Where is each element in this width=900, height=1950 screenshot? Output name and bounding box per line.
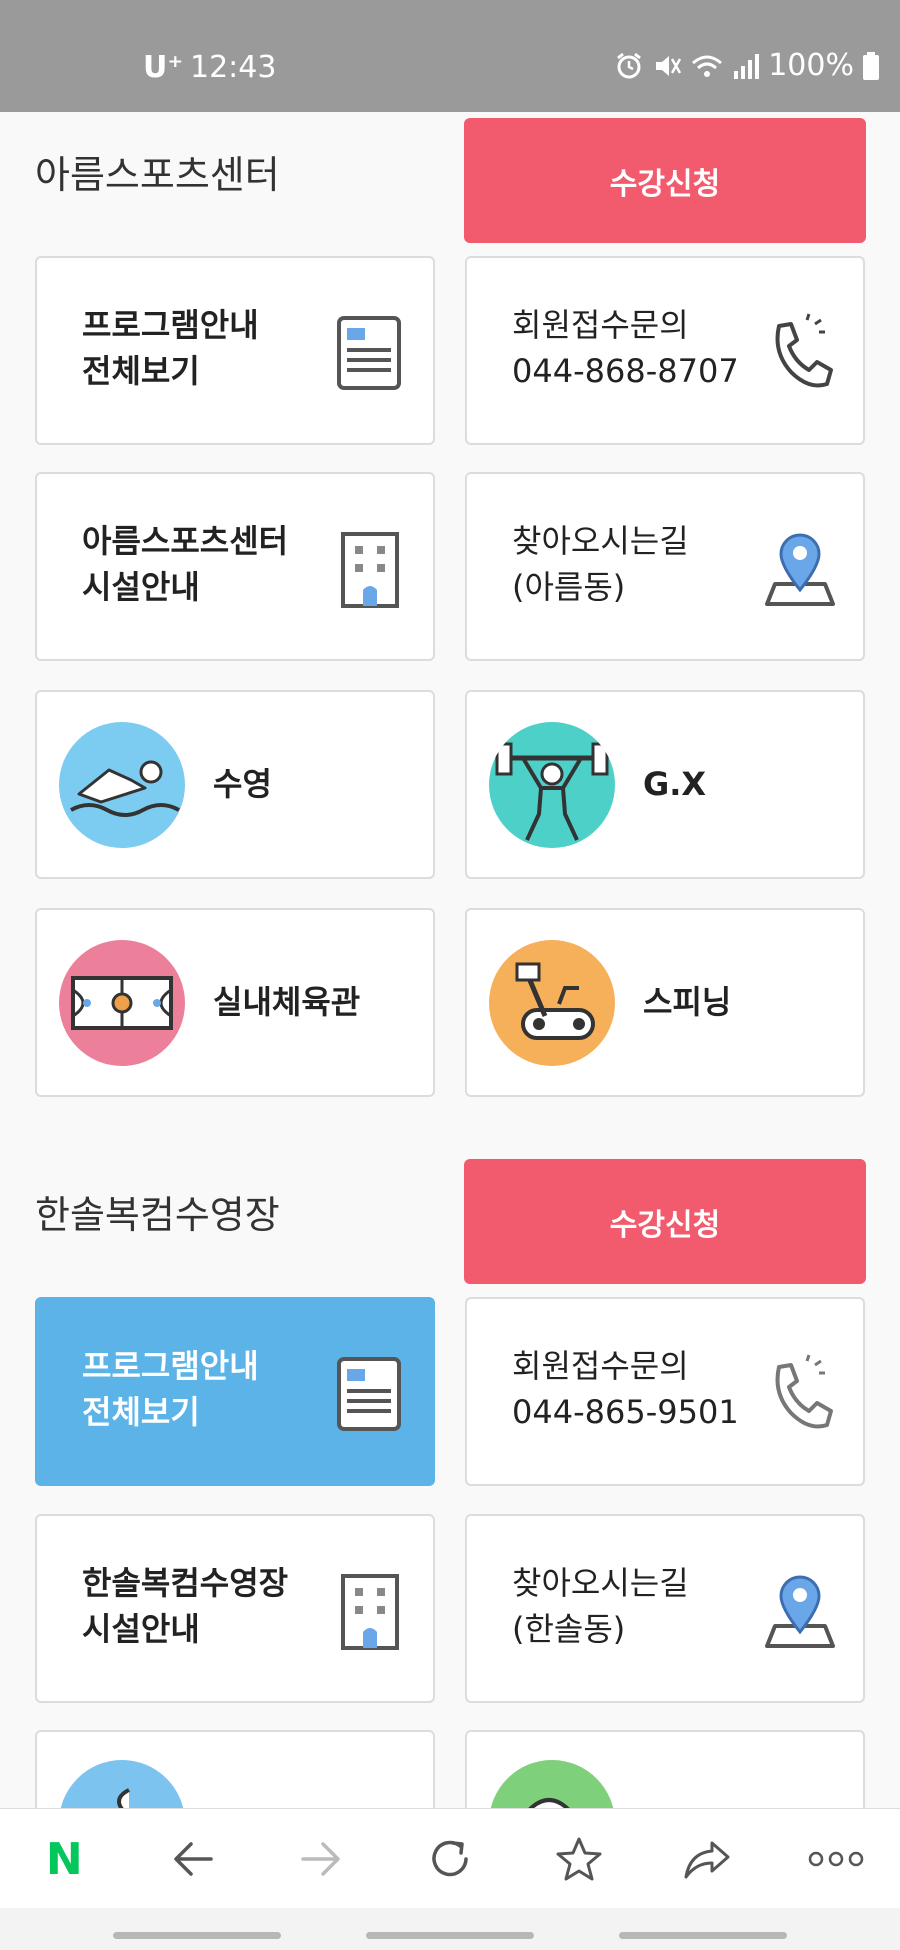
bookmark-button[interactable]: [514, 1809, 643, 1909]
program-info-card[interactable]: 프로그램안내전체보기: [35, 256, 435, 445]
refresh-button[interactable]: [386, 1809, 515, 1909]
phone-icon: [775, 313, 833, 388]
bookmark-star-icon: [556, 1837, 602, 1881]
back-icon: [174, 1842, 213, 1876]
section-title: 한솔복컴수영장: [35, 1193, 280, 1237]
status-bar: U⁺ 12:43 100%: [0, 0, 900, 112]
refresh-icon: [432, 1840, 468, 1877]
partial-card[interactable]: [465, 1730, 865, 1808]
more-icon: [808, 1851, 863, 1867]
forward-button[interactable]: [257, 1809, 386, 1909]
card-title: 찾아오시는길: [512, 1564, 689, 1602]
partial-card-icon: [59, 1760, 185, 1808]
card-subtitle: 전체보기: [82, 352, 200, 390]
member-inquiry-card[interactable]: 회원접수문의 044-868-8707: [465, 256, 865, 445]
spinning-card[interactable]: 스피닝: [465, 908, 865, 1097]
directions-card[interactable]: 찾아오시는길 (아름동): [465, 472, 865, 661]
gx-card[interactable]: G.X: [465, 690, 865, 879]
card-title: 프로그램안내: [82, 306, 259, 344]
battery-level: 100%: [768, 48, 854, 83]
naver-home-button[interactable]: N: [0, 1809, 129, 1909]
card-title: 회원접수문의: [512, 1347, 689, 1385]
share-button[interactable]: [643, 1809, 772, 1909]
card-title: 프로그램안내: [82, 1347, 259, 1385]
enroll-button[interactable]: 수강신청: [464, 118, 866, 243]
card-title: 회원접수문의: [512, 306, 689, 344]
map-pin-icon: [765, 1575, 835, 1648]
card-title: 아름스포츠센터: [82, 522, 289, 560]
facility-info-card[interactable]: 아름스포츠센터시설안내: [35, 472, 435, 661]
partial-card[interactable]: [35, 1730, 435, 1808]
naver-logo-icon: N: [45, 1833, 83, 1885]
gym-label: 실내체육관: [213, 983, 361, 1021]
spinning-bike-icon: [489, 940, 615, 1066]
card-title: 한솔복컴수영장: [82, 1564, 289, 1602]
partial-card-icon: [489, 1760, 615, 1808]
swimming-icon: [59, 722, 185, 848]
enroll-button[interactable]: 수강신청: [464, 1159, 866, 1284]
program-info-card[interactable]: 프로그램안내전체보기: [35, 1297, 435, 1486]
building-icon: [341, 532, 399, 608]
card-subtitle: 전체보기: [82, 1393, 200, 1431]
signal-icon: [734, 53, 760, 79]
alarm-icon: [617, 52, 642, 78]
gx-label: G.X: [643, 765, 707, 803]
page-content: 아름스포츠센터 수강신청 프로그램안내 전체보기 회원접수문의 044-868-87…: [0, 112, 900, 1808]
section-title: 아름스포츠센터: [35, 153, 280, 197]
document-icon: [337, 316, 401, 390]
browser-toolbar: N: [0, 1808, 900, 1909]
swimming-card[interactable]: 수영: [35, 690, 435, 879]
swimming-label: 수영: [213, 765, 272, 803]
status-icons: 100%: [614, 48, 880, 83]
map-pin-icon: [765, 533, 835, 606]
wifi-icon: [692, 55, 723, 77]
clock: 12:43: [190, 50, 277, 85]
phone-number: 044-868-8707: [512, 352, 739, 390]
back-button[interactable]: [129, 1809, 258, 1909]
share-icon: [684, 1841, 730, 1879]
facility-info-card[interactable]: 한솔복컴수영장시설안내: [35, 1514, 435, 1703]
phone-number: 044-865-9501: [512, 1393, 739, 1431]
nav-pill-left[interactable]: [113, 1932, 281, 1939]
card-subtitle: (아름동): [512, 568, 626, 606]
battery-icon: [863, 51, 879, 80]
card-title: 찾아오시는길: [512, 522, 689, 560]
document-icon: [337, 1357, 401, 1431]
card-subtitle: (한솔동): [512, 1610, 626, 1648]
nav-pill-right[interactable]: [619, 1932, 787, 1939]
phone-icon: [775, 1354, 833, 1429]
carrier-label: U⁺: [143, 50, 184, 85]
gym-card[interactable]: 실내체육관: [35, 908, 435, 1097]
basketball-court-icon: [59, 940, 185, 1066]
weightlifting-icon: [489, 722, 615, 848]
spinning-label: 스피닝: [643, 983, 732, 1021]
forward-icon: [301, 1842, 341, 1876]
building-icon: [341, 1574, 399, 1650]
system-nav-bar: [0, 1908, 900, 1950]
card-subtitle: 시설안내: [82, 1610, 200, 1648]
member-inquiry-card[interactable]: 회원접수문의 044-865-9501: [465, 1297, 865, 1486]
card-subtitle: 시설안내: [82, 568, 200, 606]
more-button[interactable]: [771, 1809, 900, 1909]
mute-icon: [656, 55, 682, 76]
directions-card[interactable]: 찾아오시는길 (한솔동): [465, 1514, 865, 1703]
nav-pill-home[interactable]: [366, 1932, 534, 1939]
